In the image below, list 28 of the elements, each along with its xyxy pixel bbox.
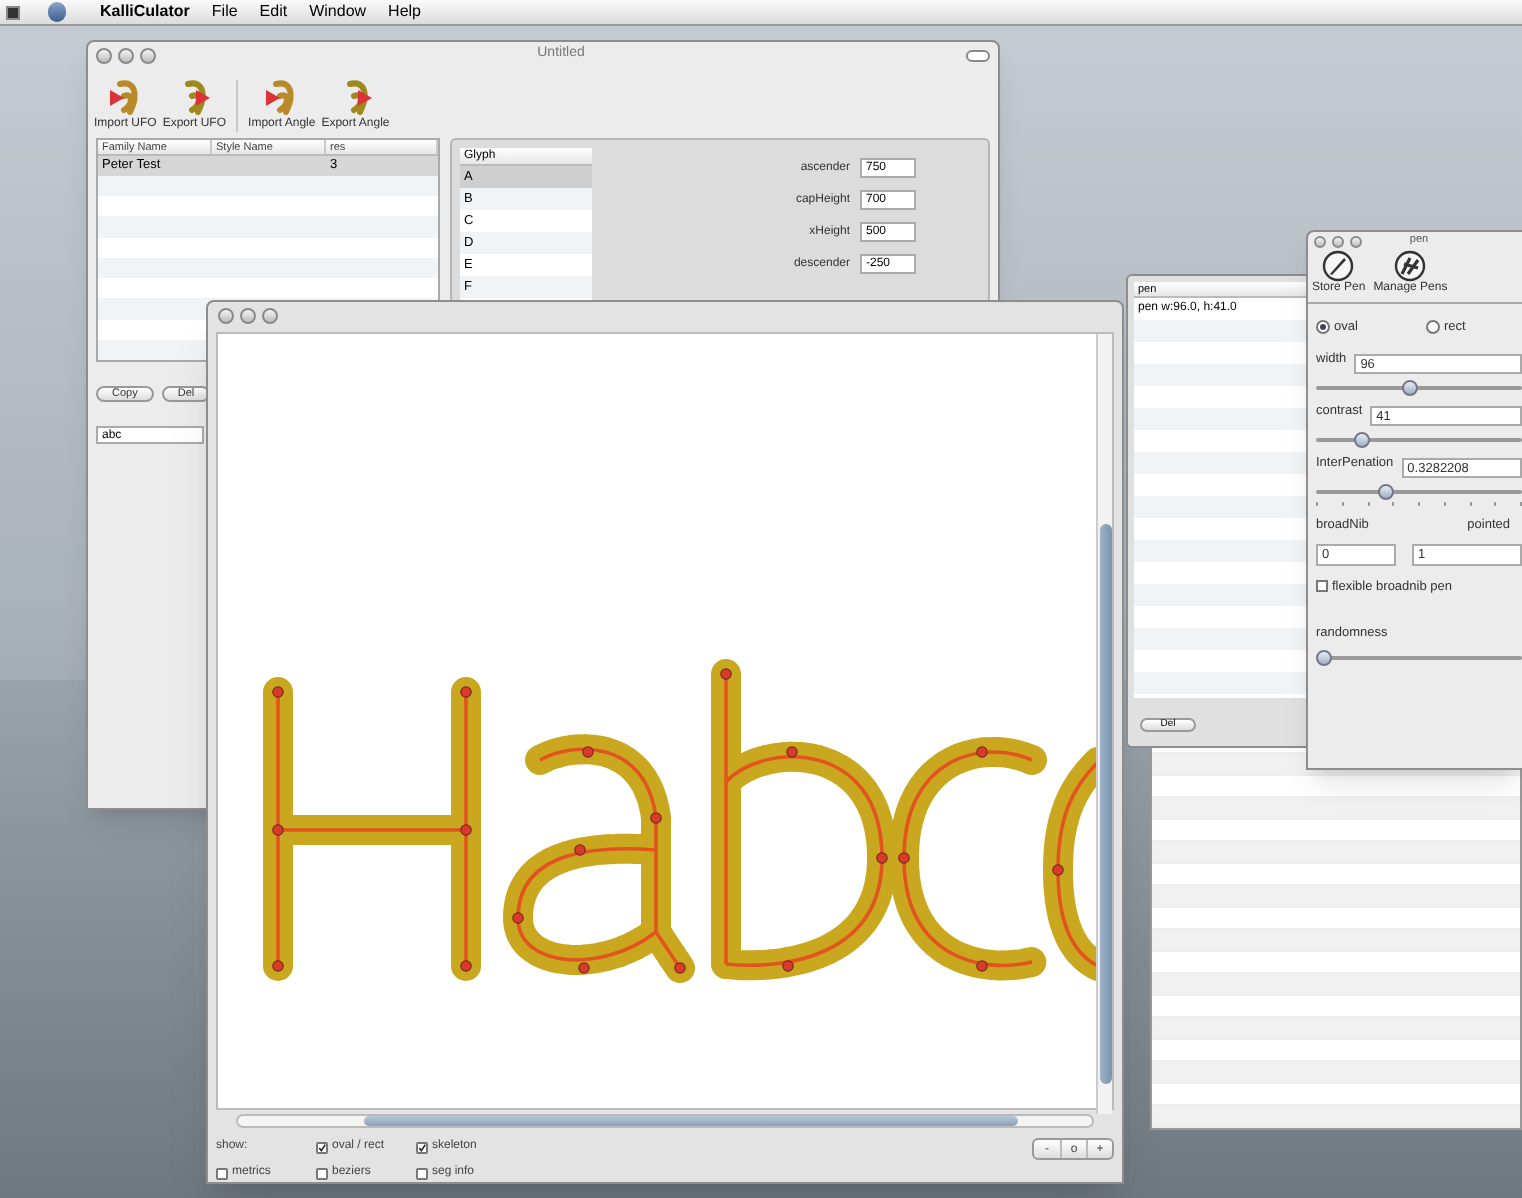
checkmark-icon (418, 1141, 426, 1153)
square-icon (6, 5, 20, 19)
radio-circle[interactable] (1316, 320, 1330, 335)
glyph-outline-drawing[interactable] (263, 658, 1098, 983)
scrollbar-thumb[interactable] (364, 1116, 1018, 1127)
slider-track[interactable] (1316, 385, 1522, 390)
checkmark-icon (318, 1141, 326, 1153)
horizontal-scrollbar[interactable] (236, 1114, 1094, 1128)
menu-item[interactable]: File (211, 0, 238, 24)
checkbox-box[interactable] (416, 1167, 428, 1179)
slider-thumb[interactable] (1378, 483, 1395, 500)
checkbox-box[interactable] (416, 1141, 428, 1153)
checkbox-box[interactable] (316, 1167, 328, 1179)
menu-item[interactable]: Help (388, 0, 421, 24)
toolbar-toggle-button[interactable] (966, 49, 990, 61)
slider-thumb[interactable] (1354, 431, 1370, 448)
menu-item[interactable]: Edit (259, 0, 288, 24)
app-menu[interactable]: KalliCulator (100, 0, 190, 24)
slider-thumb[interactable] (1316, 650, 1332, 666)
slider-thumb[interactable] (1401, 379, 1418, 396)
vertical-scrollbar[interactable] (1096, 333, 1112, 1114)
scrollbar-thumb[interactable] (1100, 523, 1112, 1084)
checkbox-box[interactable] (1316, 580, 1328, 593)
slider-track[interactable] (1316, 489, 1522, 494)
slider-track[interactable] (1316, 437, 1522, 442)
menu-item[interactable]: Window (309, 0, 367, 24)
checkbox-box[interactable] (316, 1141, 328, 1153)
checkbox-box[interactable] (216, 1167, 228, 1179)
